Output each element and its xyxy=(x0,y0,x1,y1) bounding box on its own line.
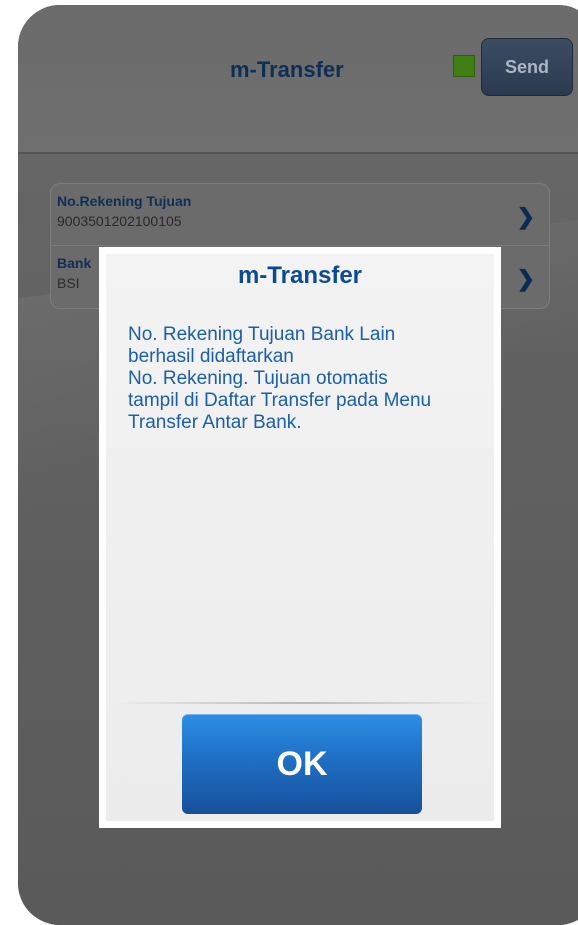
dialog-message-line: berhasil didaftarkan xyxy=(128,346,294,367)
dialog-message: No. Rekening Tujuan Bank Lain berhasil d… xyxy=(128,324,488,434)
account-number-value: 9003501202100105 xyxy=(57,213,182,229)
dialog-message-line: Transfer Antar Bank. xyxy=(128,412,302,433)
page-title: m-Transfer xyxy=(230,57,344,82)
status-indicator xyxy=(453,55,475,77)
dialog-message-line: tampil di Daftar Transfer pada Menu xyxy=(128,390,432,411)
bank-value: BSI xyxy=(57,275,80,291)
app-header: m-Transfer Send xyxy=(18,5,578,154)
dialog-divider xyxy=(112,702,492,704)
chevron-right-icon: ❯ xyxy=(516,266,535,291)
dialog-message-line: No. Rekening Tujuan Bank Lain xyxy=(128,324,396,345)
dialog-body: m-Transfer No. Rekening Tujuan Bank Lain… xyxy=(106,254,494,821)
account-number-label: No.Rekening Tujuan xyxy=(57,193,192,209)
send-button[interactable]: Send xyxy=(481,38,573,96)
bank-label: Bank xyxy=(57,255,92,271)
ok-button[interactable]: OK xyxy=(182,714,422,814)
dialog-title: m-Transfer xyxy=(237,262,363,289)
chevron-right-icon: ❯ xyxy=(516,204,535,229)
dialog-message-line: No. Rekening. Tujuan otomatis xyxy=(128,368,388,389)
alert-dialog: m-Transfer No. Rekening Tujuan Bank Lain… xyxy=(99,247,501,828)
form-row-account-number[interactable]: No.Rekening Tujuan 9003501202100105 ❯ xyxy=(51,184,549,246)
